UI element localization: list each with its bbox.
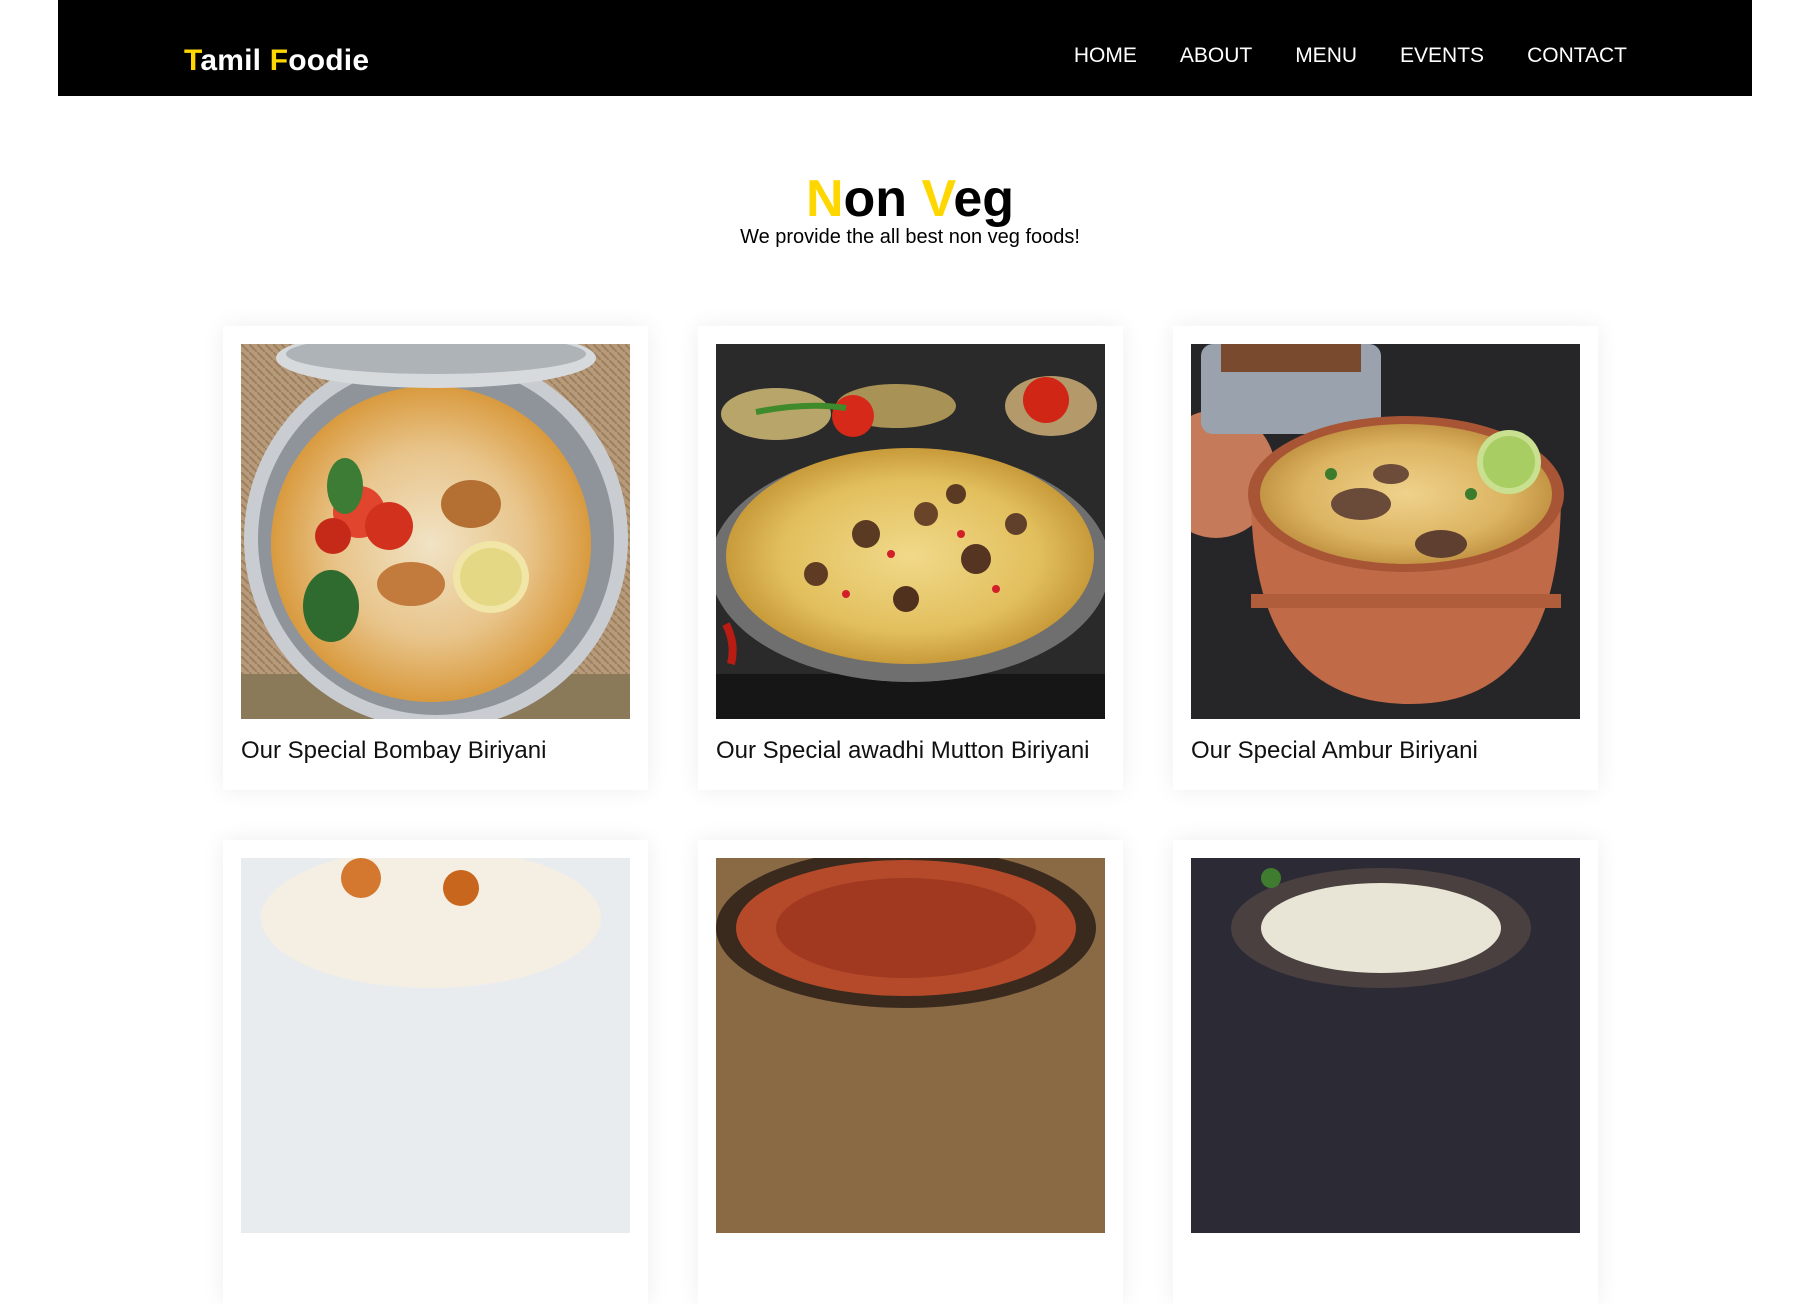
- title-initial-n: N: [805, 170, 844, 228]
- nav-contact[interactable]: CONTACT: [1527, 44, 1627, 68]
- nav-home[interactable]: HOME: [1074, 44, 1137, 68]
- title-text-1: on: [843, 170, 922, 228]
- brand-initial-t: T: [184, 44, 201, 77]
- food-card-title: Our Special Bombay Biriyani: [241, 737, 547, 764]
- food-card[interactable]: [698, 840, 1123, 1304]
- food-image-5: [716, 858, 1105, 1233]
- food-card-title: Our Special Ambur Biriyani: [1191, 737, 1478, 764]
- food-card[interactable]: Our Special Bombay Biriyani: [223, 326, 648, 790]
- nav-menu: HOME ABOUT MENU EVENTS CONTACT: [1074, 44, 1627, 68]
- section-title: Non Veg: [0, 168, 1807, 230]
- title-initial-v: V: [921, 170, 954, 228]
- food-image-6: [1191, 858, 1580, 1233]
- navbar: Tamil Foodie HOME ABOUT MENU EVENTS CONT…: [58, 0, 1752, 96]
- food-image-ambur-biryani: [1191, 344, 1580, 719]
- title-text-2: eg: [953, 170, 1015, 228]
- brand-logo[interactable]: Tamil Foodie: [184, 44, 369, 78]
- section-subtitle: We provide the all best non veg foods!: [740, 226, 1080, 248]
- nav-events[interactable]: EVENTS: [1400, 44, 1484, 68]
- nav-about[interactable]: ABOUT: [1180, 44, 1252, 68]
- food-card-title: Our Special awadhi Mutton Biriyani: [716, 737, 1090, 764]
- food-card[interactable]: [223, 840, 648, 1304]
- food-card[interactable]: [1173, 840, 1598, 1304]
- food-image-bombay-biryani: [241, 344, 630, 719]
- food-image-4: [241, 858, 630, 1233]
- food-image-awadhi-mutton-biryani: [716, 344, 1105, 719]
- food-card[interactable]: Our Special awadhi Mutton Biriyani: [698, 326, 1123, 790]
- nav-menu-link[interactable]: MENU: [1295, 44, 1357, 68]
- food-card[interactable]: Our Special Ambur Biriyani: [1173, 326, 1598, 790]
- brand-text-1: amil: [200, 44, 270, 77]
- brand-text-2: oodie: [288, 44, 370, 77]
- brand-initial-f: F: [269, 44, 289, 77]
